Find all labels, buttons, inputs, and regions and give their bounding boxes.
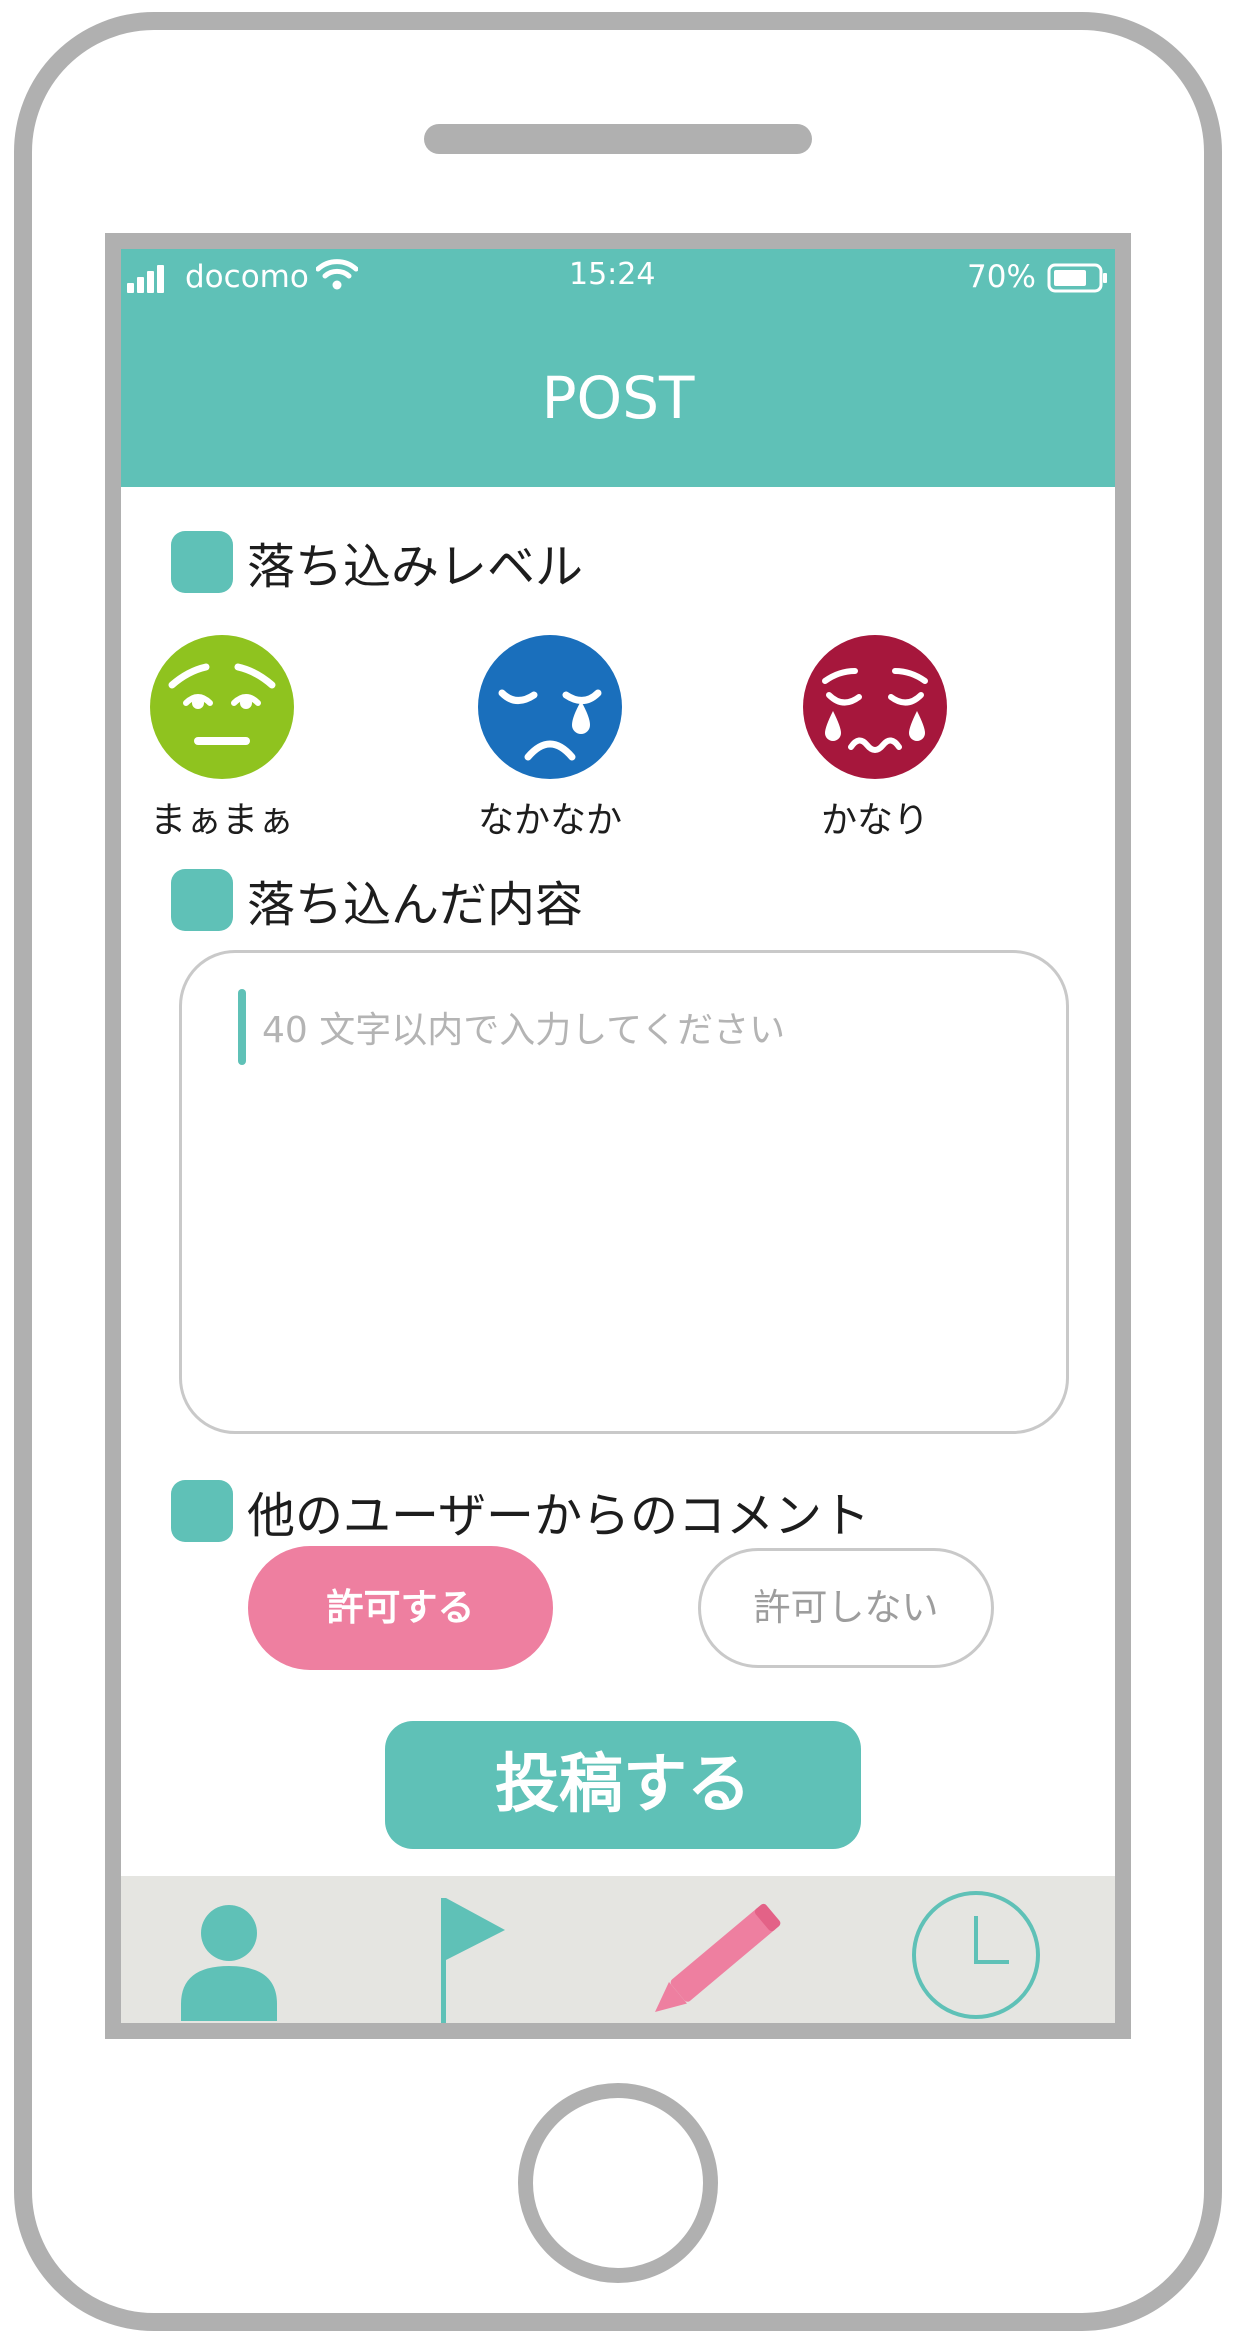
mood-option-mild[interactable]: まぁまぁ bbox=[122, 635, 322, 843]
screen: docomo 15:24 70% POST 落ち込みレベル まぁまぁ なかなか … bbox=[105, 233, 1131, 2039]
flag-icon bbox=[441, 1898, 505, 2023]
mood-label-mild: まぁまぁ bbox=[149, 800, 294, 841]
section-comments-label: 他のユーザーからのコメント bbox=[247, 1488, 871, 1544]
battery-icon bbox=[1047, 263, 1107, 293]
textarea-placeholder: 40 文字以内で入力してください bbox=[262, 1010, 786, 1051]
clock-icon bbox=[912, 1891, 1040, 2019]
user-icon bbox=[181, 1905, 277, 2021]
section-content: 落ち込んだ内容 bbox=[171, 868, 584, 933]
allow-comments-button[interactable]: 許可する bbox=[248, 1546, 553, 1670]
battery-percentage: 70% bbox=[967, 259, 1036, 295]
section-bullet bbox=[171, 869, 233, 931]
section-level: 落ち込みレベル bbox=[171, 530, 584, 595]
sobbing-face-icon bbox=[803, 635, 947, 779]
mood-option-severe[interactable]: かなり bbox=[775, 635, 975, 843]
carrier-name: docomo bbox=[185, 259, 309, 295]
deny-comments-button[interactable]: 許可しない bbox=[698, 1548, 994, 1668]
tab-profile[interactable] bbox=[167, 1876, 287, 2023]
content-textarea[interactable]: 40 文字以内で入力してください bbox=[179, 950, 1069, 1434]
mood-label-moderate: なかなか bbox=[477, 800, 622, 841]
tab-goals[interactable] bbox=[421, 1876, 521, 2023]
tab-post[interactable] bbox=[647, 1876, 797, 2023]
section-level-label: 落ち込みレベル bbox=[247, 539, 584, 595]
signal-icon bbox=[127, 265, 164, 293]
wifi-icon bbox=[316, 259, 358, 290]
pencil-icon bbox=[655, 1903, 781, 2012]
status-time: 15:24 bbox=[569, 257, 656, 292]
mood-label-severe: かなり bbox=[820, 800, 929, 841]
text-cursor bbox=[238, 989, 246, 1065]
bottom-tab-bar bbox=[121, 1876, 1115, 2023]
worried-face-icon bbox=[150, 635, 294, 779]
phone-speaker bbox=[424, 124, 812, 154]
tab-history[interactable] bbox=[909, 1876, 1049, 2023]
home-button[interactable] bbox=[518, 2083, 718, 2283]
section-comments: 他のユーザーからのコメント bbox=[171, 1479, 871, 1544]
section-content-label: 落ち込んだ内容 bbox=[247, 877, 584, 933]
crying-face-icon bbox=[478, 635, 622, 779]
submit-post-button[interactable]: 投稿する bbox=[385, 1721, 861, 1849]
mood-option-moderate[interactable]: なかなか bbox=[450, 635, 650, 843]
section-bullet bbox=[171, 1480, 233, 1542]
status-bar: docomo 15:24 70% bbox=[121, 249, 1115, 309]
section-bullet bbox=[171, 531, 233, 593]
page-title: POST bbox=[121, 309, 1115, 487]
